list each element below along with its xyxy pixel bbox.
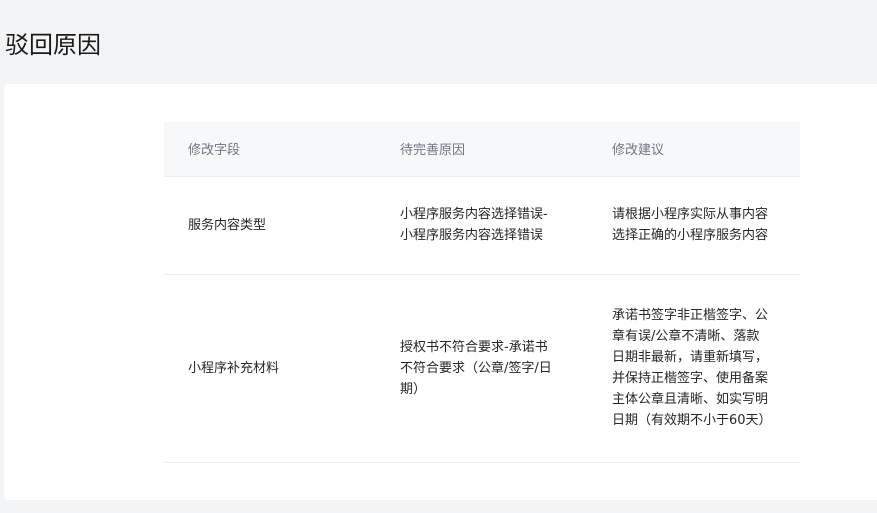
cell-reason: 授权书不符合要求-承诺书不符合要求（公章/签字/日期） bbox=[376, 273, 588, 463]
table-row: 服务内容类型 小程序服务内容选择错误-小程序服务内容选择错误 请根据小程序实际从… bbox=[164, 175, 800, 274]
cell-reason: 小程序服务内容选择错误-小程序服务内容选择错误 bbox=[376, 175, 588, 274]
cell-suggestion: 请根据小程序实际从事内容选择正确的小程序服务内容 bbox=[588, 175, 800, 274]
table-header-row: 修改字段 待完善原因 修改建议 bbox=[164, 122, 800, 176]
page-title: 驳回原因 bbox=[5, 31, 101, 59]
table-row: 小程序补充材料 授权书不符合要求-承诺书不符合要求（公章/签字/日期） 承诺书签… bbox=[164, 273, 800, 463]
cell-field: 服务内容类型 bbox=[164, 175, 376, 274]
table-body: 服务内容类型 小程序服务内容选择错误-小程序服务内容选择错误 请根据小程序实际从… bbox=[164, 175, 800, 463]
rejection-reasons-table: 修改字段 待完善原因 修改建议 服务内容类型 小程序服务内容选择错误-小程序服务… bbox=[164, 122, 800, 463]
table-header: 修改字段 待完善原因 修改建议 bbox=[164, 122, 800, 176]
column-header-field: 修改字段 bbox=[188, 143, 241, 159]
rejection-reasons-card: 修改字段 待完善原因 修改建议 服务内容类型 小程序服务内容选择错误-小程序服务… bbox=[4, 84, 877, 500]
column-header-suggestion: 修改建议 bbox=[612, 143, 665, 159]
cell-field: 小程序补充材料 bbox=[164, 273, 376, 463]
cell-suggestion: 承诺书签字非正楷签字、公章有误/公章不清晰、落款日期非最新，请重新填写，并保持正… bbox=[588, 273, 800, 463]
column-header-reason: 待完善原因 bbox=[400, 143, 466, 159]
